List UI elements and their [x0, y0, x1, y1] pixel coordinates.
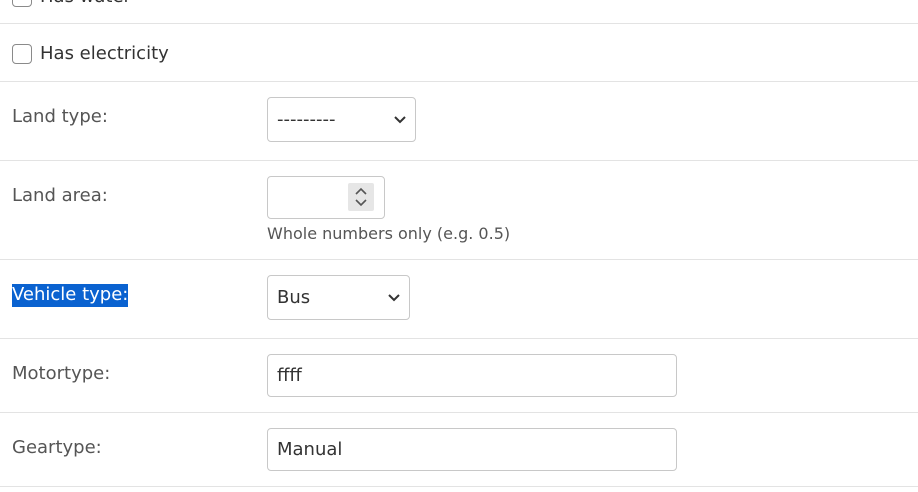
divider — [0, 338, 918, 339]
has-water-label: Has water — [40, 0, 131, 8]
motortype-label: Motortype: — [12, 363, 111, 384]
has-electricity-checkbox[interactable] — [12, 44, 32, 64]
has-electricity-label: Has electricity — [40, 43, 169, 64]
spinner-down-icon[interactable] — [355, 199, 367, 207]
geartype-input[interactable]: Manual — [267, 428, 677, 471]
divider — [0, 486, 918, 487]
divider — [0, 81, 918, 82]
land-area-input[interactable] — [267, 176, 385, 219]
chevron-down-icon — [388, 293, 400, 301]
number-spinner[interactable] — [348, 183, 374, 211]
motortype-input[interactable]: ffff — [267, 354, 677, 397]
land-type-label: Land type: — [12, 106, 108, 127]
land-area-label: Land area: — [12, 185, 108, 206]
geartype-label: Geartype: — [12, 437, 102, 458]
divider — [0, 259, 918, 260]
vehicle-type-label: Vehicle type: — [12, 284, 129, 307]
has-water-checkbox[interactable] — [12, 0, 32, 7]
chevron-down-icon — [394, 115, 406, 123]
vehicle-type-select[interactable]: Bus — [267, 275, 410, 320]
motortype-value: ffff — [277, 364, 302, 386]
divider — [0, 412, 918, 413]
divider — [0, 23, 918, 24]
has-water-row: Has water — [12, 0, 131, 8]
land-type-selected-value: --------- — [277, 108, 336, 130]
has-electricity-row: Has electricity — [12, 43, 169, 65]
vehicle-type-selected-value: Bus — [277, 286, 311, 308]
geartype-value: Manual — [277, 438, 343, 460]
spinner-up-icon[interactable] — [355, 187, 367, 195]
land-vehicle-form: Has water Has electricity Land type: ---… — [0, 0, 918, 492]
divider — [0, 160, 918, 161]
land-type-select[interactable]: --------- — [267, 97, 416, 142]
land-area-help-text: Whole numbers only (e.g. 0.5) — [267, 224, 511, 243]
